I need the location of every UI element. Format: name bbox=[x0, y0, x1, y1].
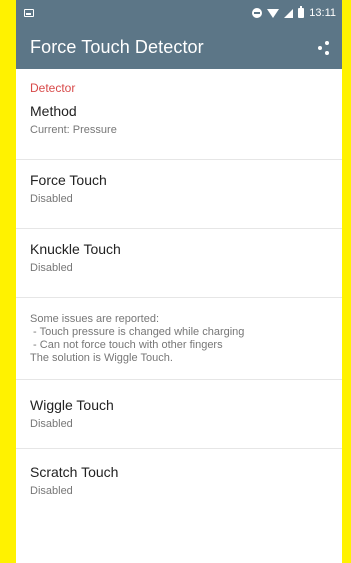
wifi-icon bbox=[267, 8, 280, 18]
info-line: - Can not force touch with other fingers bbox=[30, 339, 223, 351]
info-line: Some issues are reported: bbox=[30, 313, 160, 325]
share-icon[interactable] bbox=[318, 40, 330, 56]
info-line: The solution is Wiggle Touch. bbox=[30, 352, 173, 364]
pref-method[interactable]: Method Current: Pressure bbox=[16, 91, 342, 160]
section-header-detector: Detector bbox=[30, 81, 76, 95]
pref-title: Knuckle Touch bbox=[30, 241, 121, 257]
issues-info: Some issues are reported: - Touch pressu… bbox=[16, 298, 342, 380]
notification-icon bbox=[24, 9, 34, 17]
status-right: 13:11 bbox=[252, 6, 336, 19]
pref-summary: Disabled bbox=[30, 193, 73, 205]
phone-screen: 13:11 Force Touch Detector Detector Meth… bbox=[16, 0, 342, 563]
pref-title: Method bbox=[30, 103, 77, 119]
pref-summary: Current: Pressure bbox=[30, 124, 117, 136]
info-line: - Touch pressure is changed while chargi… bbox=[30, 326, 245, 338]
app-title: Force Touch Detector bbox=[30, 37, 204, 57]
pref-scratch-touch[interactable]: Scratch Touch Disabled bbox=[16, 449, 342, 518]
pref-force-touch[interactable]: Force Touch Disabled bbox=[16, 160, 342, 229]
pref-title: Scratch Touch bbox=[30, 464, 119, 480]
battery-icon bbox=[298, 6, 305, 18]
status-left bbox=[24, 9, 34, 17]
pref-summary: Disabled bbox=[30, 262, 73, 274]
pref-title: Wiggle Touch bbox=[30, 397, 114, 413]
status-bar: 13:11 bbox=[16, 0, 342, 26]
pref-summary: Disabled bbox=[30, 485, 73, 497]
signal-icon bbox=[284, 8, 294, 18]
pref-summary: Disabled bbox=[30, 418, 73, 430]
settings-list: Detector Method Current: Pressure Force … bbox=[16, 69, 342, 518]
pref-knuckle-touch[interactable]: Knuckle Touch Disabled bbox=[16, 229, 342, 298]
pref-title: Force Touch bbox=[30, 172, 107, 188]
app-bar: Force Touch Detector bbox=[16, 26, 342, 69]
do-not-disturb-icon bbox=[252, 8, 263, 18]
clock: 13:11 bbox=[309, 7, 336, 19]
pref-wiggle-touch[interactable]: Wiggle Touch Disabled bbox=[16, 380, 342, 449]
